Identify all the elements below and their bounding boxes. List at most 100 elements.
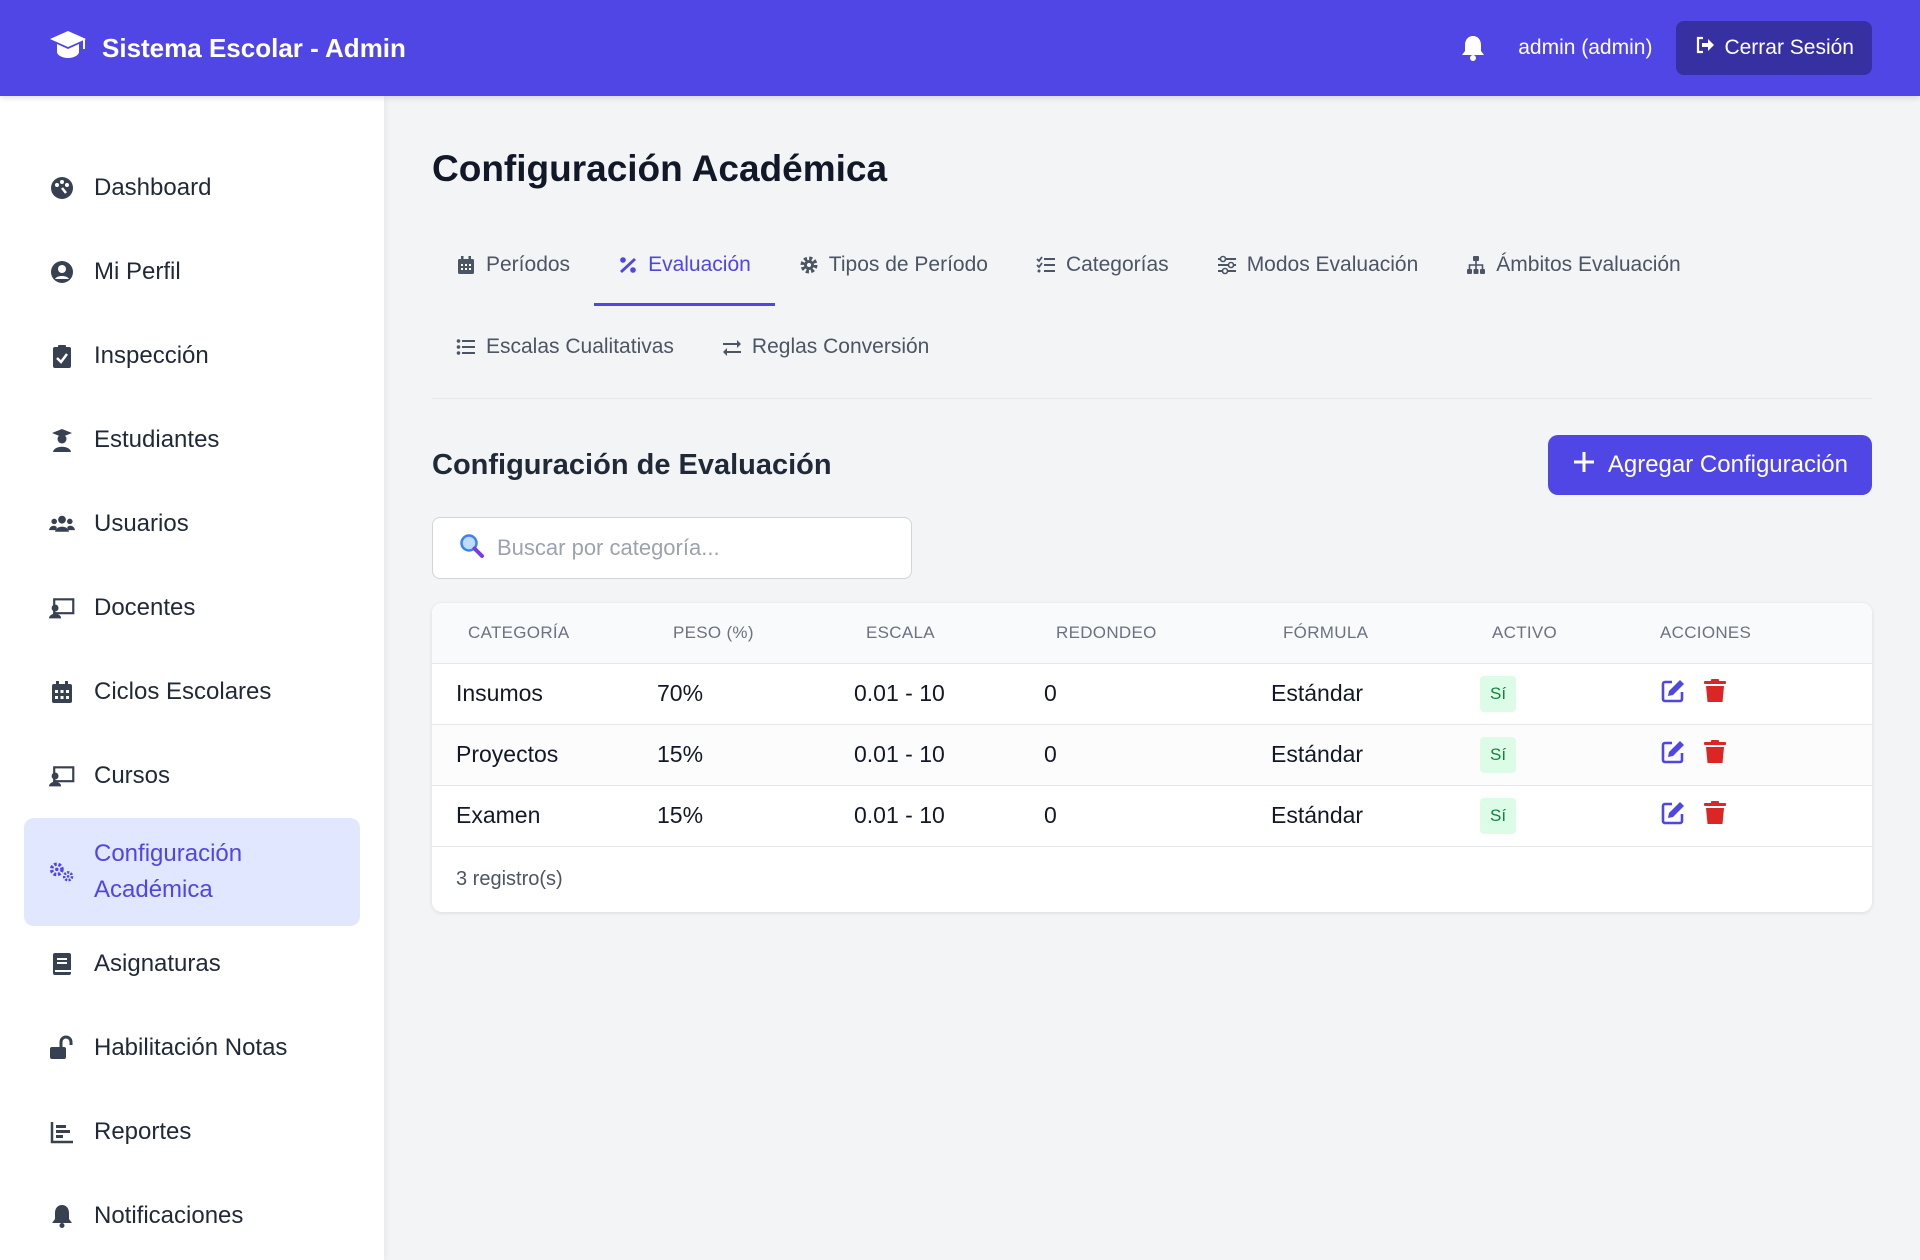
tab-label: Tipos de Período (828, 253, 988, 276)
tab-categorias[interactable]: Categorías (1012, 224, 1193, 306)
column-header-activo[interactable]: Activo (1480, 603, 1660, 663)
sidebar-item-ciclos-escolares[interactable]: Ciclos Escolares (24, 650, 360, 734)
sidebar-item-label: Estudiantes (94, 426, 220, 453)
sidebar-item-label: Notificaciones (94, 1202, 244, 1229)
status-badge: Sí (1480, 797, 1517, 834)
sidebar-item-label: Ciclos Escolares (94, 678, 272, 705)
sidebar-item-inspeccion[interactable]: Inspección (24, 314, 360, 398)
search-input[interactable] (497, 535, 897, 561)
sidebar-item-label: Asignaturas (94, 950, 221, 977)
cell-activo: Sí (1480, 663, 1660, 724)
sidebar-item-configuracion-academica[interactable]: Configuración Académica (24, 818, 360, 926)
column-header-escala[interactable]: Escala (854, 603, 1044, 663)
user-graduate-icon (48, 426, 76, 454)
status-badge: Sí (1480, 675, 1517, 712)
sidebar-item-asignaturas[interactable]: Asignaturas (24, 922, 360, 1006)
column-header-acciones: Acciones (1660, 622, 1752, 642)
brand[interactable]: Sistema Escolar - Admin (48, 25, 406, 72)
unlock-icon (48, 1034, 76, 1062)
list-icon (456, 339, 475, 355)
column-header-redondeo[interactable]: Redondeo (1044, 603, 1271, 663)
add-configuration-label: Agregar Configuración (1607, 451, 1848, 478)
list-check-icon (1036, 256, 1055, 273)
delete-icon[interactable] (1702, 739, 1728, 771)
cell-activo: Sí (1480, 785, 1660, 846)
tab-periodos[interactable]: Períodos (432, 224, 594, 306)
tab-reglas-conversion[interactable]: Reglas Conversión (698, 306, 953, 388)
brand-title: Sistema Escolar - Admin (102, 32, 406, 63)
cell-peso: 15% (657, 802, 704, 829)
tab-ambitos-evaluacion[interactable]: Ámbitos Evaluación (1442, 224, 1704, 306)
sidebar-item-label: Usuarios (94, 510, 189, 537)
tab-row-1: Períodos Evaluación Tipos de Período Cat… (432, 224, 1872, 306)
bell-icon (48, 1202, 76, 1230)
cell-formula: Estándar (1271, 680, 1364, 706)
tab-label: Evaluación (648, 253, 751, 276)
sidebar-item-label: Docentes (94, 594, 196, 621)
column-header-formula[interactable]: Fórmula (1271, 603, 1480, 663)
table-row: Insumos 70% 0.01 - 10 0 Estándar Sí (432, 663, 1872, 724)
bell-icon[interactable] (1458, 33, 1488, 63)
cell-acciones (1660, 785, 1872, 846)
tab-label: Ámbitos Evaluación (1496, 253, 1681, 276)
calendar-icon (48, 678, 76, 706)
sidebar-item-label: Inspección (94, 342, 209, 369)
section-title: Configuración de Evaluación (432, 448, 832, 481)
cell-categoria: Insumos (456, 680, 543, 706)
tab-evaluacion[interactable]: Evaluación (594, 224, 775, 306)
cell-redondeo: 0 (1044, 741, 1057, 767)
cell-escala: 0.01 - 10 (854, 741, 945, 767)
cogs-icon (48, 858, 76, 886)
tab-escalas-cualitativas[interactable]: Escalas Cualitativas (432, 306, 698, 388)
table-row: Examen 15% 0.01 - 10 0 Estándar Sí (432, 785, 1872, 846)
sidebar-item-mi-perfil[interactable]: Mi Perfil (24, 230, 360, 314)
tab-label: Períodos (486, 253, 571, 276)
sidebar-item-reportes[interactable]: Reportes (24, 1090, 360, 1174)
column-header-categoria[interactable]: Categoría (432, 603, 657, 663)
column-header-peso[interactable]: Peso (%) (657, 603, 854, 663)
sidebar-item-dashboard[interactable]: Dashboard (24, 146, 360, 230)
label-line-1: Configuración (94, 840, 243, 867)
cell-formula: Estándar (1271, 802, 1364, 829)
users-icon (48, 510, 76, 538)
main-content: Configuración Académica Períodos Evaluac… (432, 96, 1872, 912)
sidebar-item-estudiantes[interactable]: Estudiantes (24, 398, 360, 482)
sidebar-item-habilitacion-notas[interactable]: Habilitación Notas (24, 1006, 360, 1090)
search-box[interactable] (432, 517, 912, 579)
cell-escala: 0.01 - 10 (854, 802, 945, 829)
add-configuration-button[interactable]: Agregar Configuración (1547, 435, 1872, 495)
edit-icon[interactable] (1660, 678, 1686, 710)
chalkboard-teacher-icon (48, 594, 76, 622)
exchange-icon (722, 340, 741, 356)
evaluation-table: Categoría Peso (%) Escala Redondeo Fórmu… (432, 603, 1872, 846)
topbar-right: admin (admin) Cerrar Sesión (1458, 21, 1872, 75)
delete-icon[interactable] (1702, 800, 1728, 832)
section-header: Configuración de Evaluación Agregar Conf… (432, 435, 1872, 495)
calendar-icon (458, 256, 474, 274)
sidebar-item-cursos[interactable]: Cursos (24, 734, 360, 818)
cell-redondeo: 0 (1044, 680, 1057, 706)
chalkboard-teacher-icon (48, 762, 76, 790)
sidebar-item-label: Configuración Académica (94, 836, 242, 908)
row-actions (1660, 739, 1872, 771)
tab-label: Modos Evaluación (1246, 253, 1419, 276)
sidebar-item-notificaciones[interactable]: Notificaciones (24, 1174, 360, 1258)
cell-redondeo: 0 (1044, 802, 1057, 829)
edit-icon[interactable] (1660, 739, 1686, 771)
logout-button[interactable]: Cerrar Sesión (1676, 21, 1872, 75)
sidebar-item-label: Habilitación Notas (94, 1034, 288, 1061)
tab-label: Reglas Conversión (751, 335, 930, 358)
table-header-row: Categoría Peso (%) Escala Redondeo Fórmu… (432, 603, 1872, 663)
tab-tipos-de-periodo[interactable]: Tipos de Período (775, 224, 1012, 306)
cell-formula: Estándar (1271, 741, 1364, 767)
tab-label: Escalas Cualitativas (486, 335, 674, 358)
row-actions (1660, 800, 1872, 832)
graduation-cap-icon (48, 25, 88, 72)
delete-icon[interactable] (1702, 678, 1728, 710)
tab-label: Categorías (1065, 253, 1169, 276)
sidebar-item-docentes[interactable]: Docentes (24, 566, 360, 650)
sidebar-item-usuarios[interactable]: Usuarios (24, 482, 360, 566)
edit-icon[interactable] (1660, 800, 1686, 832)
tab-modos-evaluacion[interactable]: Modos Evaluación (1193, 224, 1443, 306)
status-badge: Sí (1480, 736, 1517, 773)
